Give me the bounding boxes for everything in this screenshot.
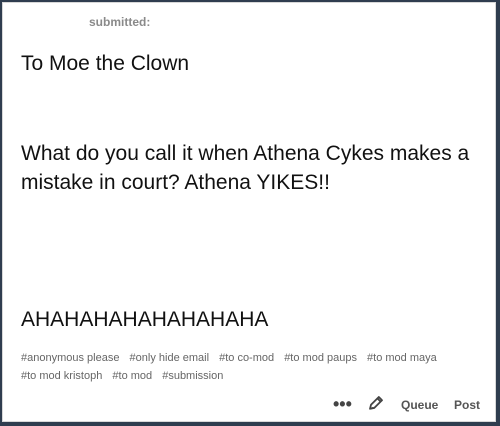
post-line-joke: What do you call it when Athena Cykes ma… xyxy=(21,142,470,194)
post-card: submitted: To Moe the Clown What do you … xyxy=(2,2,496,422)
submitted-label: submitted: xyxy=(89,15,151,29)
post-line-laugh: AHAHAHAHAHAHAHAHA xyxy=(21,308,269,331)
more-dots-icon[interactable]: ••• xyxy=(333,394,352,415)
tag[interactable]: #to mod xyxy=(112,367,152,385)
queue-button[interactable]: Queue xyxy=(401,398,438,412)
tag-list: #anonymous please #only hide email #to c… xyxy=(21,349,486,385)
tag[interactable]: #to mod maya xyxy=(367,349,437,367)
tag[interactable]: #to co-mod xyxy=(219,349,274,367)
tag[interactable]: #to mod paups xyxy=(284,349,357,367)
post-button[interactable]: Post xyxy=(454,398,480,412)
post-actions: ••• Queue Post xyxy=(3,394,495,418)
pencil-icon[interactable] xyxy=(367,394,385,412)
tag[interactable]: #to mod kristoph xyxy=(21,367,102,385)
tag[interactable]: #submission xyxy=(162,367,223,385)
tag[interactable]: #anonymous please xyxy=(21,349,119,367)
tag[interactable]: #only hide email xyxy=(130,349,210,367)
post-line-greeting: To Moe the Clown xyxy=(21,52,190,75)
